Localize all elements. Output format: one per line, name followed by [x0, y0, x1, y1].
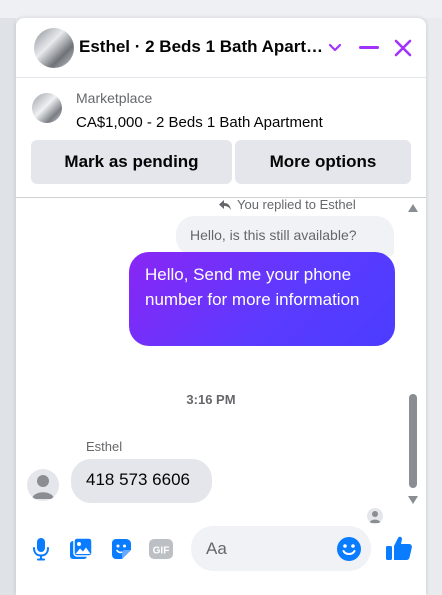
- conversation-avatar[interactable]: [34, 28, 74, 68]
- sticker-icon[interactable]: [108, 536, 134, 562]
- marketplace-label: Marketplace: [76, 90, 153, 106]
- sender-avatar[interactable]: [27, 469, 59, 501]
- reply-indicator: You replied to Esthel: [218, 197, 356, 212]
- sent-message[interactable]: Hello, Send me your phone number for mor…: [129, 252, 395, 346]
- marketplace-panel: Marketplace CA$1,000 - 2 Beds 1 Bath Apa…: [16, 78, 426, 198]
- thumbs-up-icon[interactable]: [385, 534, 413, 562]
- mark-as-pending-button[interactable]: Mark as pending: [31, 140, 232, 184]
- chevron-down-icon[interactable]: [323, 36, 347, 60]
- message-input-container[interactable]: [191, 526, 371, 571]
- message-input[interactable]: [206, 526, 326, 571]
- message-composer: GIF: [16, 518, 426, 580]
- person-icon: [32, 475, 54, 499]
- background-left: [0, 0, 16, 595]
- emoji-icon[interactable]: [336, 536, 362, 562]
- listing-thumbnail[interactable]: [32, 93, 62, 123]
- conversation-title[interactable]: Esthel · 2 Beds 1 Bath Apartment: [79, 37, 327, 59]
- microphone-icon[interactable]: [28, 536, 54, 562]
- sender-name: Esthel: [86, 439, 123, 454]
- message-list: You replied to Esthel Hello, is this sti…: [16, 197, 426, 524]
- reply-icon: [219, 199, 231, 210]
- background-top: [0, 0, 442, 18]
- photo-gallery-icon[interactable]: [68, 536, 94, 562]
- scroll-up-arrow-icon[interactable]: [408, 204, 418, 212]
- message-scrollbar[interactable]: [406, 204, 420, 510]
- reply-indicator-label: You replied to Esthel: [237, 197, 356, 212]
- close-icon[interactable]: [391, 36, 415, 60]
- listing-title[interactable]: CA$1,000 - 2 Beds 1 Bath Apartment: [76, 114, 323, 131]
- scrollbar-thumb[interactable]: [409, 394, 417, 488]
- message-timestamp: 3:16 PM: [186, 392, 236, 407]
- received-message[interactable]: 418 573 6606: [71, 459, 212, 503]
- scroll-down-arrow-icon[interactable]: [408, 496, 418, 504]
- chat-window: Esthel · 2 Beds 1 Bath Apartment Marketp…: [16, 18, 426, 595]
- minimize-icon[interactable]: [357, 36, 381, 60]
- svg-text:GIF: GIF: [153, 546, 170, 557]
- quoted-message[interactable]: Hello, is this still available?: [176, 216, 394, 256]
- gif-icon[interactable]: GIF: [148, 536, 174, 562]
- more-options-button[interactable]: More options: [235, 140, 411, 184]
- chat-header: Esthel · 2 Beds 1 Bath Apartment: [16, 18, 426, 78]
